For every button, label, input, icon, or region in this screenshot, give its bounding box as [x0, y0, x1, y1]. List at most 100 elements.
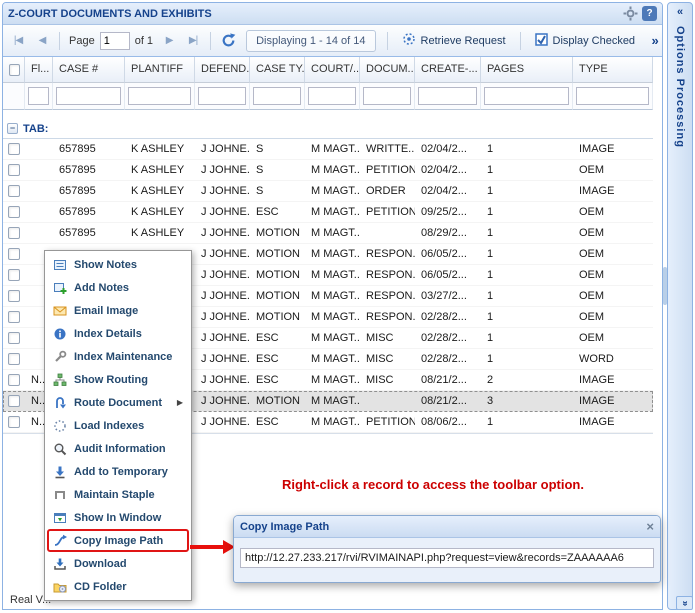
column-header-created[interactable]: CREATE-... [415, 57, 481, 83]
checkbox-icon [8, 311, 20, 323]
cell-created: 02/04/2... [421, 185, 467, 197]
row-checkbox[interactable] [3, 160, 25, 180]
cell-court: M MAGT... [311, 290, 360, 302]
title-tools: ? [623, 6, 657, 21]
filter-plaintiff-input[interactable] [128, 87, 191, 105]
cell-pages: 1 [487, 164, 494, 176]
column-header-flag[interactable]: Fl... [25, 57, 53, 83]
column-header-plaintiff[interactable]: PLANTIFF [125, 57, 195, 83]
row-checkbox[interactable] [3, 370, 25, 390]
context-menu: Show Notes Add Notes Email Image Index D… [44, 250, 192, 601]
prev-page-button[interactable]: ◀ [31, 30, 53, 52]
cell-casetype: ESC [256, 353, 279, 365]
cell-plaintiff: K ASHLEY [131, 185, 185, 197]
filter-document-input[interactable] [363, 87, 411, 105]
column-header-casetype[interactable]: CASE TY... [250, 57, 305, 83]
close-icon[interactable]: × [646, 519, 654, 534]
column-header-pages[interactable]: PAGES [481, 57, 573, 83]
filter-casetype-input[interactable] [253, 87, 301, 105]
next-page-button[interactable]: ▶ [158, 30, 180, 52]
filter-created-input[interactable] [418, 87, 477, 105]
red-arrow [190, 540, 235, 554]
filter-pages-input[interactable] [484, 87, 569, 105]
copy-image-path-icon [52, 534, 68, 548]
row-checkbox[interactable] [3, 286, 25, 306]
menu-item-audit-information[interactable]: Audit Information [47, 437, 189, 460]
table-row[interactable]: 657895 K ASHLEY J JOHNE... S M MAGT... P… [3, 160, 653, 181]
menu-item-label: Show Routing [74, 373, 148, 386]
expand-bottom-button[interactable]: « [676, 596, 693, 610]
row-checkbox[interactable] [3, 223, 25, 243]
filter-court-input[interactable] [308, 87, 356, 105]
first-page-button[interactable]: |◀ [7, 30, 29, 52]
column-header-case[interactable]: CASE # [53, 57, 125, 83]
row-checkbox[interactable] [3, 391, 25, 411]
menu-item-show-notes[interactable]: Show Notes [47, 253, 189, 276]
row-checkbox[interactable] [3, 265, 25, 285]
column-header-type[interactable]: TYPE [573, 57, 653, 83]
last-page-button[interactable]: ▶| [182, 30, 204, 52]
menu-item-add-to-temporary[interactable]: Add to Temporary [47, 460, 189, 483]
table-row[interactable]: 657895 K ASHLEY J JOHNE... S M MAGT... W… [3, 139, 653, 160]
row-checkbox[interactable] [3, 181, 25, 201]
checkbox-icon [8, 269, 20, 281]
row-checkbox[interactable] [3, 349, 25, 369]
help-icon[interactable]: ? [642, 6, 657, 21]
row-checkbox[interactable] [3, 244, 25, 264]
filter-flag-input[interactable] [28, 87, 49, 105]
menu-item-show-routing[interactable]: Show Routing [47, 368, 189, 391]
image-path-input[interactable] [240, 548, 654, 568]
menu-item-route-document[interactable]: Route Document ▶ [47, 391, 189, 414]
options-processing-panel[interactable]: « Options Processing [667, 2, 693, 610]
grid-header: Fl... CASE # PLANTIFF DEFEND... CASE TY.… [3, 57, 653, 83]
row-checkbox[interactable] [3, 307, 25, 327]
collapse-group-icon[interactable]: − [7, 123, 18, 134]
table-row[interactable]: 657895 K ASHLEY J JOHNE... MOTION M MAGT… [3, 223, 653, 244]
expand-left-icon[interactable]: « [672, 6, 688, 22]
page-number-input[interactable] [99, 31, 130, 50]
cell-defendant: J JOHNE... [201, 311, 250, 323]
dialog-body [234, 538, 660, 578]
row-checkbox[interactable] [3, 202, 25, 222]
menu-item-cd-folder[interactable]: CD Folder [47, 575, 189, 598]
table-row[interactable]: 657895 K ASHLEY J JOHNE... S M MAGT... O… [3, 181, 653, 202]
row-checkbox[interactable] [3, 412, 25, 432]
refresh-button[interactable] [217, 30, 239, 52]
menu-item-download[interactable]: Download [47, 552, 189, 575]
column-header-document[interactable]: DOCUM... [360, 57, 415, 83]
gear-icon[interactable] [623, 6, 638, 21]
menu-item-label: Audit Information [74, 442, 166, 455]
row-checkbox[interactable] [3, 328, 25, 348]
download-icon [52, 557, 68, 571]
menu-item-show-in-window[interactable]: Show In Window [47, 506, 189, 529]
cell-type: IMAGE [579, 374, 615, 386]
cell-type: OEM [579, 290, 605, 302]
menu-item-email-image[interactable]: Email Image [47, 299, 189, 322]
cell-pages: 1 [487, 269, 494, 281]
menu-item-index-maintenance[interactable]: Index Maintenance [47, 345, 189, 368]
row-checkbox[interactable] [3, 139, 25, 159]
menu-item-add-notes[interactable]: Add Notes [47, 276, 189, 299]
cell-court: M MAGT... [311, 332, 360, 344]
menu-item-maintain-staple[interactable]: Maintain Staple [47, 483, 189, 506]
table-row[interactable]: 657895 K ASHLEY J JOHNE... ESC M MAGT...… [3, 202, 653, 223]
column-header-court[interactable]: COURT/... [305, 57, 360, 83]
toolbar-overflow-button[interactable]: » [645, 30, 662, 52]
retrieve-request-button[interactable]: Retrieve Request [394, 29, 514, 52]
menu-item-index-details[interactable]: Index Details [47, 322, 189, 345]
filter-case-input[interactable] [56, 87, 121, 105]
menu-item-label: Maintain Staple [74, 488, 155, 501]
cell-created: 03/27/2... [421, 290, 467, 302]
menu-item-copy-image-path[interactable]: Copy Image Path [47, 529, 189, 552]
menu-item-load-indexes[interactable]: Load Indexes [47, 414, 189, 437]
display-checked-button[interactable]: Display Checked [527, 29, 644, 52]
column-header-defendant[interactable]: DEFEND... [195, 57, 250, 83]
cell-document: RESPON... [366, 248, 415, 260]
index-details-icon [52, 327, 68, 341]
cell-court: M MAGT... [311, 164, 360, 176]
filter-type-input[interactable] [576, 87, 649, 105]
cell-document [360, 391, 415, 411]
filter-defendant-input[interactable] [198, 87, 246, 105]
select-all-checkbox[interactable] [3, 57, 25, 83]
cell-defendant: J JOHNE... [201, 374, 250, 386]
